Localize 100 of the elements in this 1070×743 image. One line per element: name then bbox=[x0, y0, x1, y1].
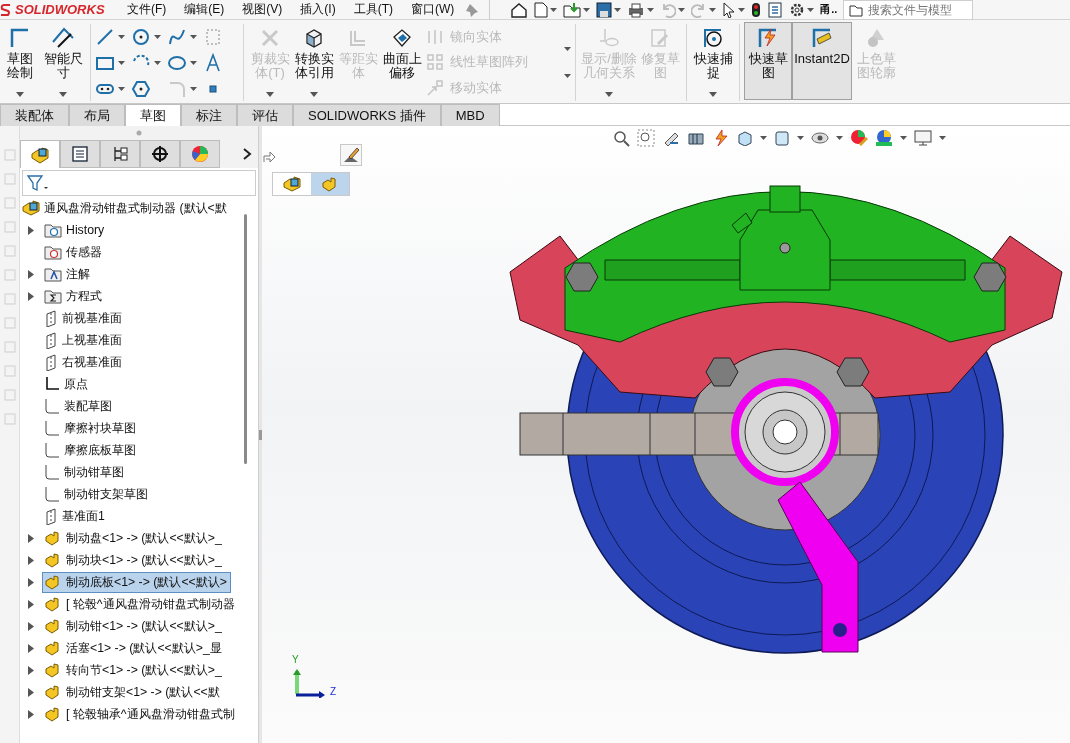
caret-icon bbox=[550, 7, 558, 12]
ribbon-button[interactable]: 快速捕捉 bbox=[691, 22, 735, 100]
ribbon-tab[interactable]: 装配体 bbox=[0, 104, 69, 126]
panel-tab[interactable] bbox=[20, 140, 60, 168]
monitor-icon[interactable] bbox=[914, 130, 932, 146]
panel-tab[interactable] bbox=[140, 140, 180, 168]
caret-icon bbox=[678, 7, 686, 12]
tree-item[interactable]: 活塞<1> -> (默认<<默认>_显 bbox=[42, 637, 226, 659]
ribbon-tab[interactable]: 标注 bbox=[181, 104, 237, 126]
faded-tool-icon bbox=[3, 220, 16, 234]
faded-tool-icon bbox=[3, 292, 16, 306]
panel-tab[interactable] bbox=[60, 140, 100, 168]
tree-item[interactable]: 通风盘滑动钳盘式制动器 (默认<默 bbox=[20, 197, 231, 219]
caret-icon bbox=[154, 61, 161, 65]
rebuild-button[interactable] bbox=[751, 0, 762, 19]
ribbon-tab[interactable]: SOLIDWORKS 插件 bbox=[293, 104, 441, 126]
logo-text: SOLIDWORKS bbox=[15, 2, 105, 17]
color-ball-scene-icon[interactable] bbox=[875, 129, 893, 147]
ribbon-button[interactable]: 转换实体引用 bbox=[292, 22, 336, 100]
tree-item[interactable]: History bbox=[42, 219, 109, 241]
tree-item[interactable]: 右视基准面 bbox=[42, 351, 126, 373]
tree-item[interactable]: 摩擦衬块草图 bbox=[42, 417, 140, 439]
tree-item[interactable]: 制动盘<1> -> (默认<<默认>_ bbox=[42, 527, 226, 549]
file-properties-button[interactable] bbox=[767, 0, 784, 19]
caret-icon bbox=[564, 47, 571, 52]
lightning-annotation-icon[interactable] bbox=[712, 129, 730, 147]
line-icon bbox=[95, 27, 115, 47]
relation-eye-icon bbox=[598, 27, 620, 49]
ribbon-button[interactable]: 快速草图 bbox=[744, 22, 792, 100]
tree-item[interactable]: [ 轮毂^通风盘滑动钳盘式制动器 bbox=[42, 593, 239, 615]
pencil-icon bbox=[342, 146, 360, 164]
faded-tool-icon bbox=[3, 316, 16, 330]
eye-icon[interactable] bbox=[811, 131, 829, 145]
part-icon bbox=[44, 684, 62, 700]
caret-icon bbox=[647, 7, 655, 12]
tree-item[interactable]: 上视基准面 bbox=[42, 329, 126, 351]
ribbon-tab[interactable]: MBD bbox=[440, 104, 500, 126]
menu-item[interactable]: 工具(T) bbox=[346, 0, 400, 20]
tree-item[interactable]: 制动钳支架草图 bbox=[42, 483, 152, 505]
axis-label: Z bbox=[330, 686, 337, 697]
print-button[interactable] bbox=[627, 0, 655, 19]
undo-icon bbox=[660, 1, 677, 18]
tree-item[interactable]: 摩擦底板草图 bbox=[42, 439, 140, 461]
sketch-icon bbox=[44, 442, 60, 458]
gear-icon bbox=[789, 1, 806, 18]
tree-item[interactable]: 制动钳<1> -> (默认<<默认>_ bbox=[42, 615, 226, 637]
tree-item[interactable]: [ 轮毂轴承^通风盘滑动钳盘式制 bbox=[42, 703, 239, 725]
sketch-corner-icon bbox=[9, 27, 31, 49]
menu-item[interactable]: 插入(I) bbox=[293, 0, 343, 20]
ribbon-button[interactable]: Instant2D bbox=[792, 22, 852, 100]
tree-item[interactable]: 制动钳草图 bbox=[42, 461, 128, 483]
tree-item[interactable]: 制动钳支架<1> -> (默认<<默 bbox=[42, 681, 224, 703]
save-button[interactable] bbox=[596, 0, 622, 19]
move-icon bbox=[426, 79, 444, 98]
menu-item[interactable]: 文件(F) bbox=[120, 0, 174, 20]
axis-label: Y bbox=[292, 654, 299, 665]
color-ball-pencil-icon[interactable] bbox=[850, 129, 868, 147]
tree-item[interactable]: 传感器 bbox=[42, 241, 106, 263]
part-icon bbox=[44, 662, 62, 678]
tree-item[interactable]: 原点 bbox=[42, 373, 92, 395]
zoom-area-icon[interactable] bbox=[637, 129, 655, 147]
expand-arrow-icon bbox=[28, 687, 34, 697]
tree-item[interactable]: 方程式 bbox=[42, 285, 106, 307]
panel-tab[interactable] bbox=[100, 140, 140, 168]
ribbon-tab[interactable]: 布局 bbox=[69, 104, 125, 126]
zoom-fit-icon[interactable] bbox=[612, 129, 630, 147]
tree-item[interactable]: 制动块<1> -> (默认<<默认>_ bbox=[42, 549, 226, 571]
search-field[interactable]: 搜索文件与模型 bbox=[843, 0, 974, 20]
ribbon-tab[interactable]: 评估 bbox=[237, 104, 293, 126]
ribbon-button[interactable]: 曲面上偏移 bbox=[380, 22, 424, 100]
home-button[interactable] bbox=[510, 0, 529, 19]
menu-item[interactable]: 视图(V) bbox=[235, 0, 290, 20]
tree-item[interactable]: 装配草图 bbox=[42, 395, 116, 417]
box-icon[interactable] bbox=[774, 130, 790, 146]
tree-item[interactable]: 前视基准面 bbox=[42, 307, 126, 329]
caret-icon bbox=[154, 35, 161, 39]
tree-item[interactable]: 转向节<1> -> (默认<<默认>_ bbox=[42, 659, 226, 681]
plane-icon bbox=[44, 507, 58, 525]
folder-icon bbox=[44, 222, 62, 238]
shaded-shape-icon bbox=[865, 27, 887, 49]
cube-icon[interactable] bbox=[737, 130, 753, 146]
tree-item[interactable]: 注解 bbox=[42, 263, 94, 285]
assembly-icon bbox=[22, 200, 40, 216]
select-button[interactable] bbox=[722, 0, 746, 19]
ribbon-tab[interactable]: 草图 bbox=[125, 104, 181, 126]
scrollbar[interactable] bbox=[244, 214, 247, 464]
ribbon-button[interactable]: 草图绘制 bbox=[0, 22, 40, 100]
expand-arrow-icon bbox=[28, 665, 34, 675]
caret-icon bbox=[760, 136, 767, 140]
sketch-button[interactable] bbox=[340, 144, 362, 166]
menu-item[interactable]: 编辑(E) bbox=[177, 0, 232, 20]
caret-icon bbox=[709, 7, 717, 12]
menu-item[interactable]: 窗口(W) bbox=[404, 0, 462, 20]
tree-item[interactable]: 制动底板<1> -> (默认<<默认> bbox=[42, 571, 231, 593]
caret-icon bbox=[797, 136, 804, 140]
new-button[interactable] bbox=[534, 0, 558, 19]
tree-item[interactable]: 基准面1 bbox=[42, 505, 109, 527]
open-button[interactable] bbox=[563, 0, 591, 19]
ribbon-button[interactable]: 智能尺寸 bbox=[40, 22, 86, 100]
text-tool-icon bbox=[203, 53, 223, 73]
